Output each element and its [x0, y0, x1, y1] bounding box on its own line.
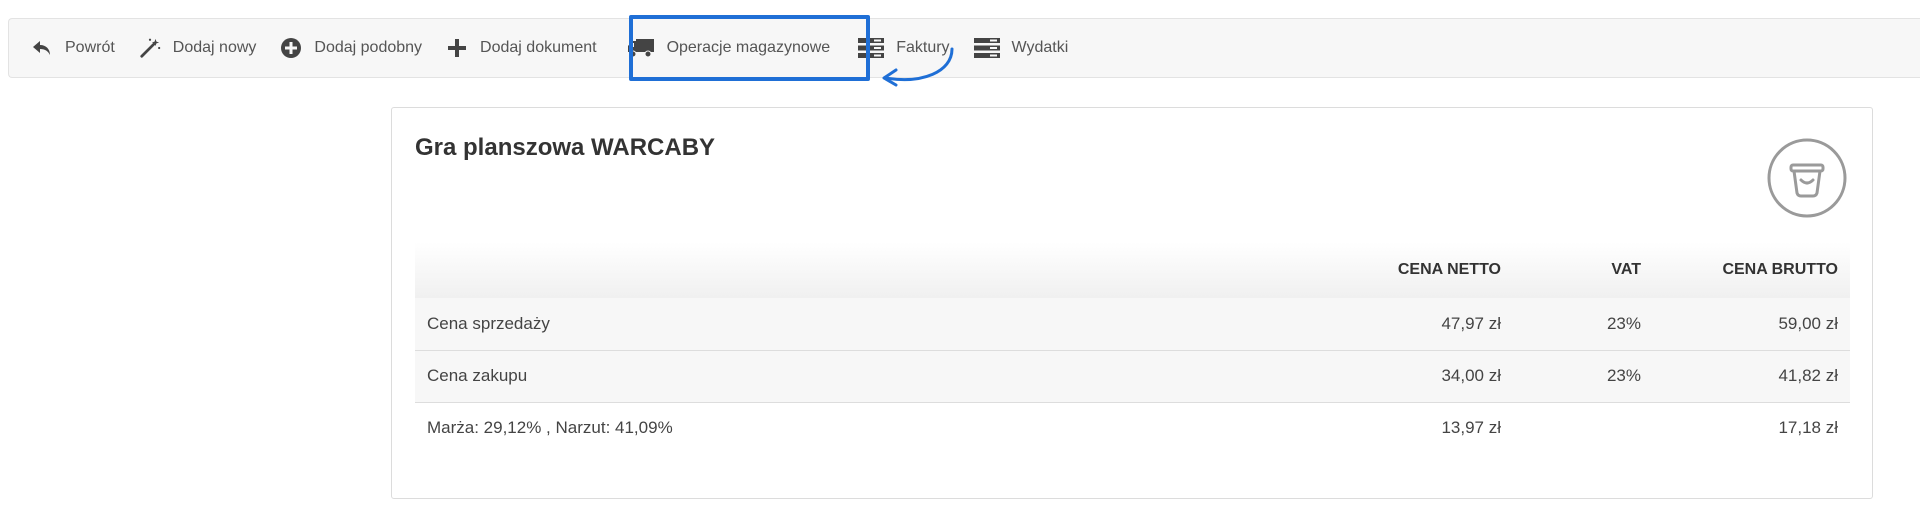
- warehouse-operations-button-label: Operacje magazynowe: [666, 39, 831, 56]
- expenses-button-label: Wydatki: [1011, 39, 1069, 56]
- table-row: Cena sprzedaży 47,97 zł 23% 59,00 zł: [415, 298, 1850, 351]
- add-similar-button-label: Dodaj podobny: [314, 39, 423, 56]
- row-label: Cena sprzedaży: [415, 298, 1363, 351]
- net-price-cell: 34,00 zł: [1363, 350, 1513, 403]
- gross-price-cell: 17,18 zł: [1653, 402, 1850, 454]
- table-row: Cena zakupu 34,00 zł 23% 41,82 zł: [415, 350, 1850, 403]
- column-header-label: [415, 242, 1363, 298]
- table-header-row: CENA NETTO VAT CENA BRUTTO: [415, 242, 1850, 298]
- invoices-button-label: Faktury: [896, 39, 950, 56]
- price-table: CENA NETTO VAT CENA BRUTTO Cena sprzedaż…: [415, 242, 1850, 454]
- add-document-button-label: Dodaj dokument: [480, 39, 597, 56]
- action-toolbar: Powrót Dodaj nowy Dodaj podobny Dodaj do…: [8, 18, 1920, 78]
- add-similar-button[interactable]: Dodaj podobny: [280, 28, 422, 68]
- plus-icon: [446, 37, 468, 59]
- warehouse-operations-button[interactable]: Operacje magazynowe: [627, 28, 831, 68]
- add-document-button[interactable]: Dodaj dokument: [446, 28, 597, 68]
- column-header-gross-price: CENA BRUTTO: [1653, 242, 1850, 298]
- reply-arrow-icon: [31, 37, 53, 59]
- back-button[interactable]: Powrót: [31, 28, 115, 68]
- product-card: Gra planszowa WARCABY CENA NETTO VAT CEN…: [391, 107, 1873, 499]
- column-header-net-price: CENA NETTO: [1363, 242, 1513, 298]
- vat-cell: 23%: [1513, 350, 1653, 403]
- table-row: Marża: 29,12% , Narzut: 41,09% 13,97 zł …: [415, 402, 1850, 454]
- row-label: Cena zakupu: [415, 350, 1363, 403]
- invoices-button[interactable]: Faktury: [858, 28, 950, 68]
- plus-circle-icon: [280, 37, 302, 59]
- vat-cell: 23%: [1513, 298, 1653, 351]
- server-list-icon: [858, 37, 885, 59]
- gross-price-cell: 41,82 zł: [1653, 350, 1850, 403]
- expenses-button[interactable]: Wydatki: [973, 28, 1069, 68]
- gross-price-cell: 59,00 zł: [1653, 298, 1850, 351]
- net-price-cell: 47,97 zł: [1363, 298, 1513, 351]
- product-title: Gra planszowa WARCABY: [415, 134, 716, 161]
- net-price-cell: 13,97 zł: [1363, 402, 1513, 454]
- magic-wand-icon: [139, 37, 161, 59]
- column-header-vat: VAT: [1513, 242, 1653, 298]
- add-new-button[interactable]: Dodaj nowy: [139, 28, 257, 68]
- vat-cell: [1513, 402, 1653, 454]
- margin-summary: Marża: 29,12% , Narzut: 41,09%: [415, 402, 1363, 454]
- shopping-basket-icon: [1767, 138, 1847, 218]
- back-button-label: Powrót: [65, 39, 115, 56]
- add-new-button-label: Dodaj nowy: [172, 39, 257, 56]
- server-list-icon: [973, 37, 1000, 59]
- truck-icon: [627, 37, 655, 59]
